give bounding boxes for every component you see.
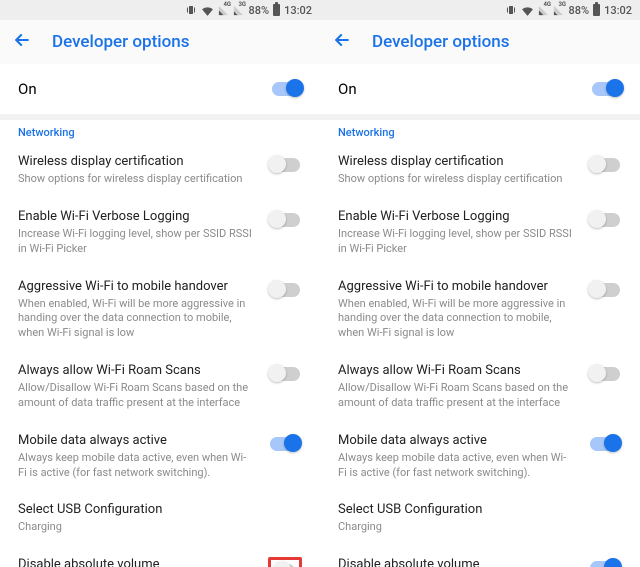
page-title: Developer options [52,32,189,52]
signal-2-icon: 3G [553,5,564,16]
signal-1-icon: 4G [218,5,229,16]
setting-title: Always allow Wi-Fi Roam Scans [18,363,254,378]
setting-title: Mobile data always active [18,433,254,448]
toggle-mobile-data-active[interactable] [270,437,300,451]
master-switch-label: On [338,80,357,98]
setting-title: Mobile data always active [338,433,574,448]
setting-title: Wireless display certification [338,154,574,169]
setting-sub: Allow/Disallow Wi-Fi Roam Scans based on… [338,381,574,411]
setting-title: Disable absolute volume [18,557,254,567]
setting-sub: Charging [338,520,622,535]
vibrate-icon [505,4,517,16]
setting-sub: Show options for wireless display certif… [338,172,574,187]
setting-usb-config[interactable]: Select USB Configuration Charging [320,491,640,546]
setting-mobile-data-active[interactable]: Mobile data always active Always keep mo… [0,422,320,492]
app-bar: Developer options [0,20,320,64]
setting-sub: Charging [18,520,302,535]
signal-1-icon: 4G [538,5,549,16]
setting-absolute-volume[interactable]: Disable absolute volume Disables the Blu… [0,546,320,567]
toggle-absolute-volume[interactable] [590,561,620,567]
status-bar: 4G 3G 88% 13:02 [0,0,320,20]
signal-2-label: 3G [238,1,246,8]
setting-sub: Show options for wireless display certif… [18,172,254,187]
setting-title: Always allow Wi-Fi Roam Scans [338,363,574,378]
highlight-absolute-volume [268,557,302,567]
toggle-aggressive-handover[interactable] [270,283,300,297]
signal-1-label: 4G [223,1,231,8]
setting-usb-config[interactable]: Select USB Configuration Charging [0,491,320,546]
settings-list[interactable]: On Networking Wireless display certifica… [0,64,320,567]
toggle-wireless-cert[interactable] [590,158,620,172]
master-switch-row[interactable]: On [320,64,640,120]
wifi-icon [521,5,534,16]
signal-2-label: 3G [558,1,566,8]
setting-sub: Increase Wi-Fi logging level, show per S… [338,227,574,257]
battery-icon [273,4,280,16]
setting-roam-scans[interactable]: Always allow Wi-Fi Roam Scans Allow/Disa… [0,352,320,422]
setting-title: Select USB Configuration [18,502,302,517]
clock: 13:02 [604,4,632,17]
app-bar: Developer options [320,20,640,64]
setting-wifi-verbose[interactable]: Enable Wi-Fi Verbose Logging Increase Wi… [0,198,320,268]
master-switch[interactable] [272,82,302,96]
setting-title: Wireless display certification [18,154,254,169]
toggle-wifi-verbose[interactable] [590,213,620,227]
toggle-roam-scans[interactable] [270,367,300,381]
setting-sub: Allow/Disallow Wi-Fi Roam Scans based on… [18,381,254,411]
vibrate-icon [185,4,197,16]
signal-1-label: 4G [543,1,551,8]
section-networking: Networking [0,120,320,143]
setting-roam-scans[interactable]: Always allow Wi-Fi Roam Scans Allow/Disa… [320,352,640,422]
phone-right: 4G 3G 88% 13:02 Developer options On Net… [320,0,640,567]
setting-title: Aggressive Wi-Fi to mobile handover [18,279,254,294]
signal-2-icon: 3G [233,5,244,16]
master-switch-label: On [18,80,37,98]
setting-wireless-cert[interactable]: Wireless display certification Show opti… [0,143,320,198]
back-icon[interactable] [332,30,352,54]
setting-absolute-volume[interactable]: Disable absolute volume Disables the Blu… [320,546,640,567]
wifi-icon [201,5,214,16]
setting-aggressive-handover[interactable]: Aggressive Wi-Fi to mobile handover When… [0,268,320,353]
master-switch-row[interactable]: On [0,64,320,120]
toggle-mobile-data-active[interactable] [590,437,620,451]
setting-sub: When enabled, Wi-Fi will be more aggress… [338,297,574,342]
section-networking: Networking [320,120,640,143]
settings-list[interactable]: On Networking Wireless display certifica… [320,64,640,567]
setting-mobile-data-active[interactable]: Mobile data always active Always keep mo… [320,422,640,492]
setting-wireless-cert[interactable]: Wireless display certification Show opti… [320,143,640,198]
battery-icon [593,4,600,16]
clock: 13:02 [284,4,312,17]
toggle-wireless-cert[interactable] [270,158,300,172]
setting-title: Aggressive Wi-Fi to mobile handover [338,279,574,294]
setting-sub: Increase Wi-Fi logging level, show per S… [18,227,254,257]
battery-pct: 88% [568,4,589,17]
setting-wifi-verbose[interactable]: Enable Wi-Fi Verbose Logging Increase Wi… [320,198,640,268]
setting-sub: When enabled, Wi-Fi will be more aggress… [18,297,254,342]
setting-aggressive-handover[interactable]: Aggressive Wi-Fi to mobile handover When… [320,268,640,353]
battery-pct: 88% [248,4,269,17]
page-title: Developer options [372,32,509,52]
toggle-aggressive-handover[interactable] [590,283,620,297]
setting-title: Enable Wi-Fi Verbose Logging [338,209,574,224]
phone-left: 4G 3G 88% 13:02 Developer options On Net… [0,0,320,567]
toggle-roam-scans[interactable] [590,367,620,381]
status-bar: 4G 3G 88% 13:02 [320,0,640,20]
setting-title: Enable Wi-Fi Verbose Logging [18,209,254,224]
setting-sub: Always keep mobile data active, even whe… [18,451,254,481]
setting-title: Select USB Configuration [338,502,622,517]
toggle-wifi-verbose[interactable] [270,213,300,227]
master-switch[interactable] [592,82,622,96]
back-icon[interactable] [12,30,32,54]
setting-sub: Always keep mobile data active, even whe… [338,451,574,481]
setting-title: Disable absolute volume [338,557,574,567]
